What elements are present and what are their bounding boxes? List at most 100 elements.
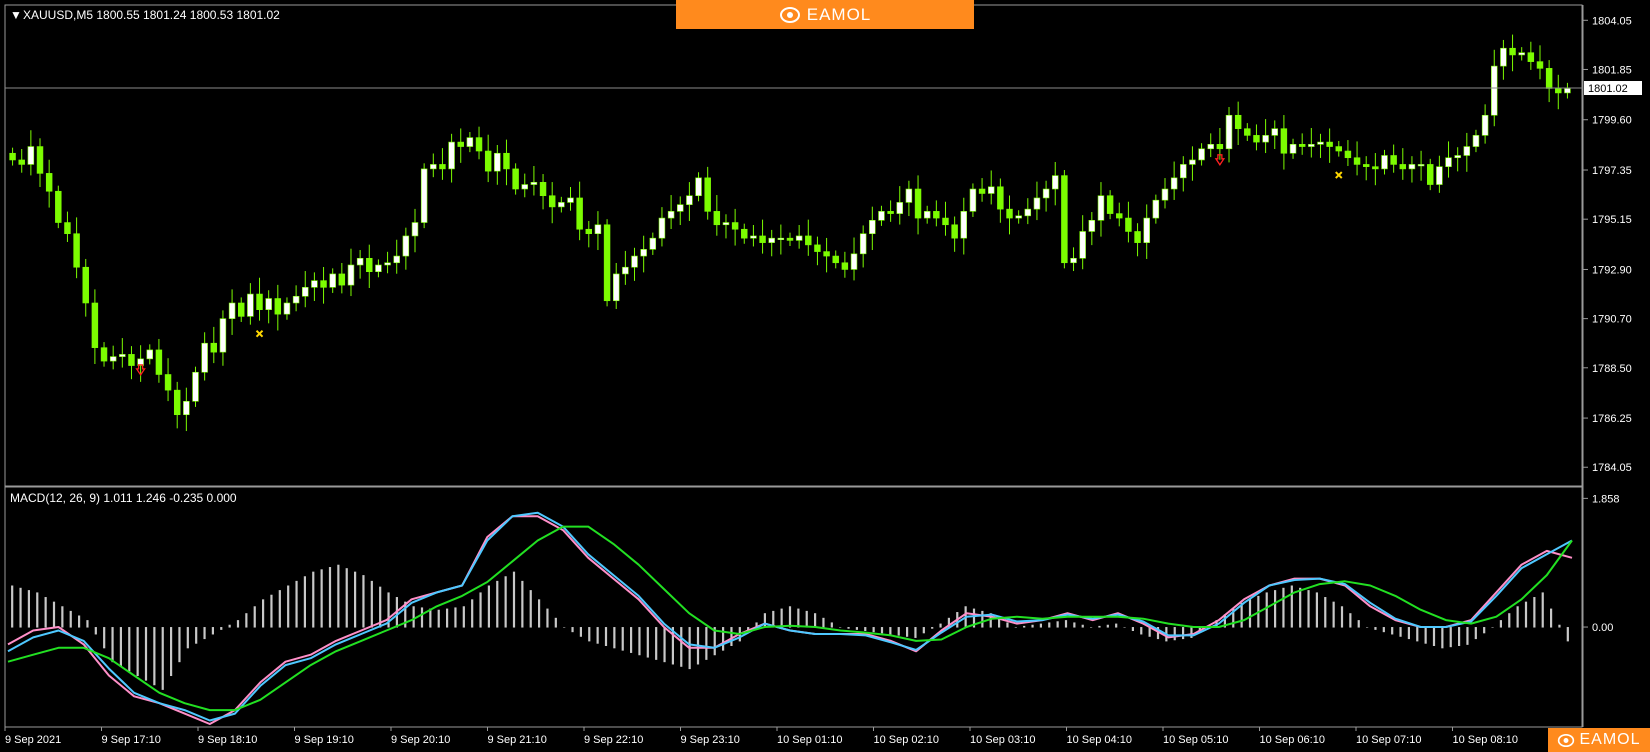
trading-chart[interactable]: 1804.05 1801.85 1799.60 1797.35 1795.15 1792.… — [0, 0, 1650, 752]
time-tick-label: 10 Sep 08:10 — [1453, 734, 1518, 746]
bear-candle — [1116, 213, 1123, 219]
bear-candle — [155, 349, 163, 375]
price-tick-label: 1797.35 — [1592, 165, 1632, 177]
bull-candle — [27, 146, 35, 165]
time-tick-label: 10 Sep 03:10 — [970, 734, 1035, 746]
bull-candle — [905, 188, 913, 203]
time-tick-label: 9 Sep 20:10 — [391, 734, 450, 746]
bull-candle — [896, 202, 903, 214]
bull-candle — [1481, 114, 1489, 136]
bear-candle — [933, 211, 940, 219]
bear-candle — [603, 224, 611, 302]
bull-candle — [1408, 164, 1416, 170]
bull-candle — [1170, 177, 1178, 190]
bull-candle — [1143, 217, 1150, 243]
bear-candle — [238, 302, 245, 317]
price-tick-label: 1790.70 — [1592, 314, 1632, 326]
time-tick-label: 9 Sep 2021 — [5, 734, 61, 746]
bull-candle — [347, 264, 355, 286]
bear-candle — [1509, 47, 1516, 56]
bear-candle — [1326, 141, 1333, 147]
price-tick-label: 1788.50 — [1592, 363, 1632, 375]
bear-candle — [832, 255, 839, 264]
bear-candle — [173, 389, 181, 416]
bull-candle — [859, 233, 867, 255]
bear-candle — [210, 342, 218, 353]
bear-candle — [164, 374, 172, 391]
bear-candle — [997, 186, 1004, 210]
price-tick-label: 1795.15 — [1592, 214, 1632, 226]
bull-candle — [375, 264, 382, 272]
bull-candle — [247, 293, 254, 317]
bull-candle — [850, 253, 858, 270]
bull-candle — [1079, 231, 1086, 259]
bear-candle — [548, 195, 556, 208]
bear-candle — [475, 137, 483, 152]
bear-candle — [576, 197, 583, 230]
bear-candle — [366, 257, 373, 272]
bull-candle — [594, 224, 602, 235]
bull-candle — [567, 197, 574, 203]
bull-candle — [631, 255, 638, 268]
bull-candle — [622, 266, 629, 275]
bear-candle — [942, 217, 949, 226]
bull-candle — [1088, 220, 1096, 232]
bull-candle — [1262, 135, 1269, 143]
bull-candle — [1317, 141, 1324, 145]
bull-candle — [1463, 146, 1471, 156]
bull-candle — [1189, 159, 1196, 165]
bull-candle — [1180, 164, 1187, 179]
macd-tick-label: 1.858 — [1592, 493, 1620, 505]
bull-candle — [686, 195, 693, 205]
bear-candle — [1545, 68, 1553, 89]
bear-candle — [887, 211, 894, 214]
bull-candle — [302, 287, 309, 297]
bear-candle — [1298, 144, 1306, 147]
bull-candle — [1024, 208, 1032, 217]
bear-candle — [1399, 164, 1407, 170]
bull-candle — [1500, 47, 1507, 67]
bull-candle — [869, 220, 876, 235]
bull-candle — [311, 280, 318, 288]
bear-candle — [100, 347, 108, 362]
bull-candle — [265, 298, 272, 310]
bull-candle — [1472, 135, 1480, 147]
price-tick-label: 1799.60 — [1592, 115, 1632, 127]
bear-candle — [64, 222, 71, 235]
bear-candle — [1527, 52, 1535, 62]
bear-candle — [1280, 128, 1288, 154]
bull-candle — [649, 237, 657, 250]
bear-candle — [9, 152, 16, 161]
bear-candle — [1555, 88, 1562, 94]
bull-candle — [768, 237, 775, 243]
bear-candle — [805, 235, 812, 246]
time-tick-label: 10 Sep 05:10 — [1163, 734, 1228, 746]
bear-candle — [320, 280, 327, 288]
bull-candle — [878, 211, 885, 221]
bear-candle — [45, 173, 53, 192]
bull-candle — [1207, 144, 1214, 150]
bull-candle — [960, 211, 968, 239]
bull-candle — [987, 186, 995, 194]
bull-candle — [923, 211, 931, 219]
bull-candle — [1436, 166, 1443, 185]
bear-candle — [914, 188, 922, 219]
bear-candle — [1125, 217, 1132, 232]
bull-candle — [558, 202, 565, 208]
current-price-label: 1801.02 — [1588, 83, 1628, 95]
bull-candle — [146, 349, 153, 360]
time-tick-label: 9 Sep 19:10 — [295, 734, 354, 746]
bear-candle — [274, 298, 282, 315]
bull-candle — [1097, 195, 1105, 221]
time-tick-label: 9 Sep 23:10 — [681, 734, 740, 746]
bear-candle — [1362, 164, 1370, 167]
time-tick-label: 10 Sep 02:10 — [874, 734, 939, 746]
bear-candle — [18, 159, 25, 165]
bull-candle — [667, 211, 675, 219]
bear-candle — [1335, 146, 1342, 152]
price-header-arrow[interactable]: ▼ — [10, 8, 22, 22]
price-tick-label: 1784.05 — [1592, 462, 1632, 474]
bull-candle — [430, 164, 437, 170]
bear-candle — [1061, 175, 1068, 264]
bull-candle — [1454, 155, 1461, 159]
